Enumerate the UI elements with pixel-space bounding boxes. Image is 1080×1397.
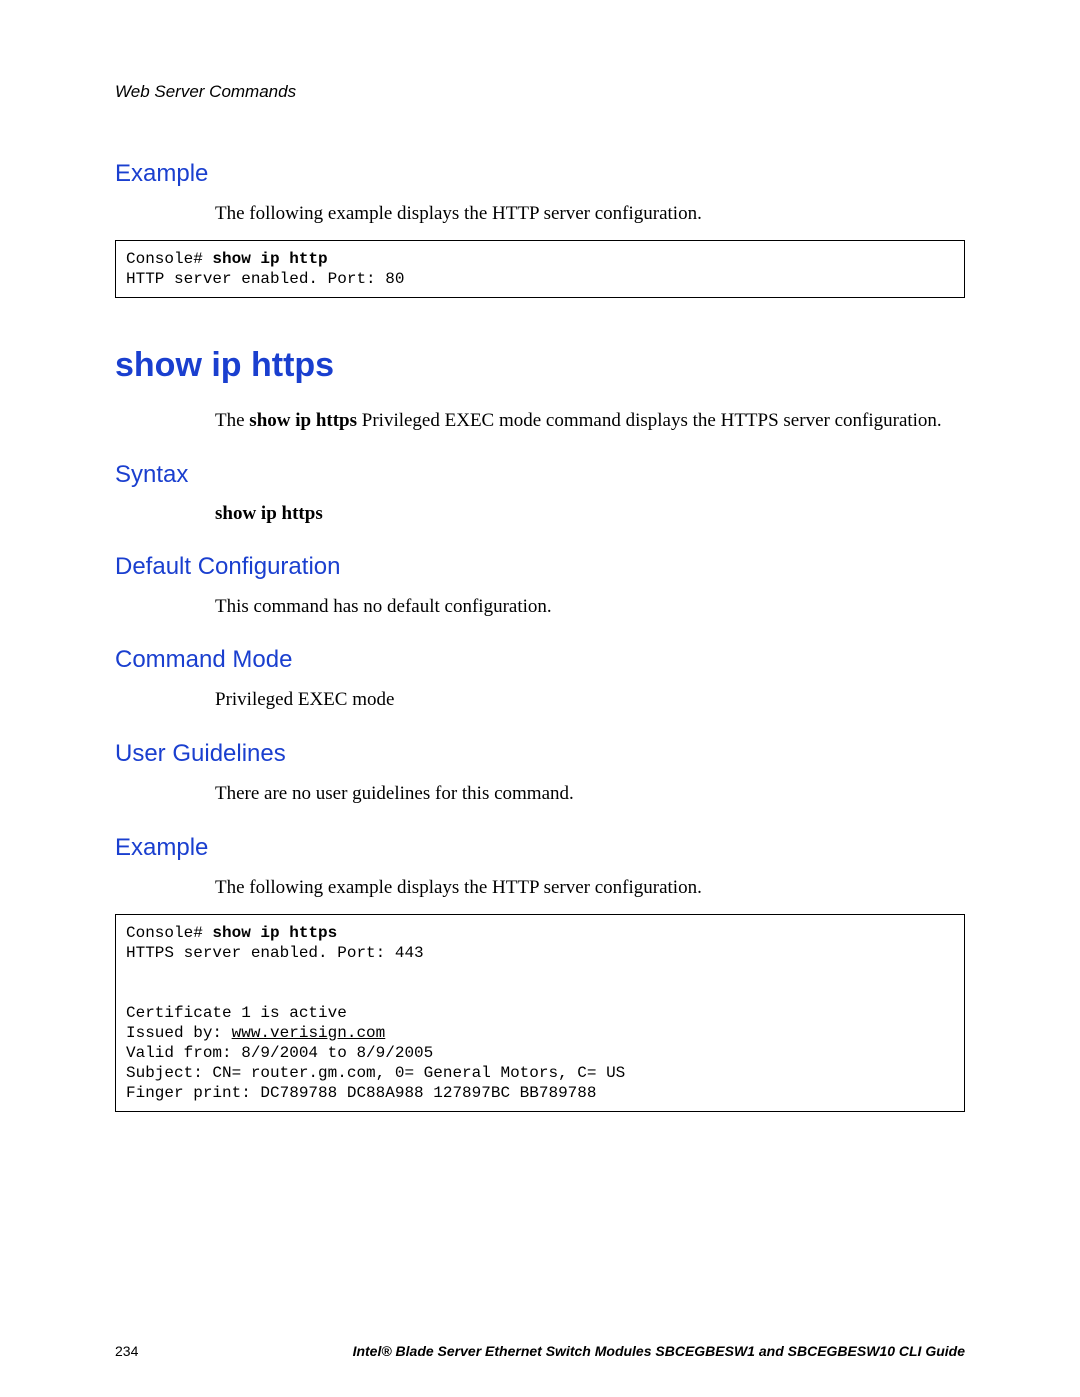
- para-example-2: The following example displays the HTTP …: [215, 876, 955, 900]
- command-intro: The show ip https Privileged EXEC mode c…: [215, 409, 955, 433]
- code-line-issued-by: Issued by:: [126, 1024, 232, 1042]
- code-line: Subject: CN= router.gm.com, 0= General M…: [126, 1064, 625, 1082]
- verisign-link[interactable]: www.verisign.com: [232, 1024, 386, 1042]
- heading-default-config: Default Configuration: [115, 553, 965, 581]
- heading-example-1: Example: [115, 160, 965, 188]
- heading-user-guidelines: User Guidelines: [115, 740, 965, 768]
- intro-suffix: Privileged EXEC mode command displays th…: [357, 410, 942, 431]
- code-line: Certificate 1 is active: [126, 1004, 347, 1022]
- para-example-1: The following example displays the HTTP …: [215, 202, 955, 226]
- code-block-https: Console# show ip https HTTPS server enab…: [115, 914, 965, 1112]
- intro-cmd: show ip https: [249, 410, 357, 431]
- page-footer: 234 Intel® Blade Server Ethernet Switch …: [115, 1343, 965, 1359]
- code-line: Valid from: 8/9/2004 to 8/9/2005: [126, 1044, 433, 1062]
- heading-example-2: Example: [115, 834, 965, 862]
- code-output: HTTP server enabled. Port: 80: [126, 270, 404, 288]
- syntax-text: show ip https: [215, 503, 965, 525]
- code-line: Finger print: DC789788 DC88A988 127897BC…: [126, 1084, 596, 1102]
- intro-prefix: The: [215, 410, 249, 431]
- para-command-mode: Privileged EXEC mode: [215, 688, 955, 712]
- code-command: show ip https: [212, 924, 337, 942]
- code-line: HTTPS server enabled. Port: 443: [126, 944, 424, 962]
- heading-syntax: Syntax: [115, 461, 965, 489]
- command-title: show ip https: [115, 346, 965, 385]
- code-command: show ip http: [212, 250, 327, 268]
- para-user-guidelines: There are no user guidelines for this co…: [215, 782, 955, 806]
- para-default-config: This command has no default configuratio…: [215, 595, 955, 619]
- document-page: Web Server Commands Example The followin…: [0, 0, 1080, 1397]
- code-block-http: Console# show ip http HTTP server enable…: [115, 240, 965, 298]
- code-prompt: Console#: [126, 250, 212, 268]
- page-number: 234: [115, 1343, 138, 1359]
- heading-command-mode: Command Mode: [115, 646, 965, 674]
- doc-title-footer: Intel® Blade Server Ethernet Switch Modu…: [353, 1343, 965, 1359]
- code-prompt: Console#: [126, 924, 212, 942]
- running-header: Web Server Commands: [115, 82, 965, 102]
